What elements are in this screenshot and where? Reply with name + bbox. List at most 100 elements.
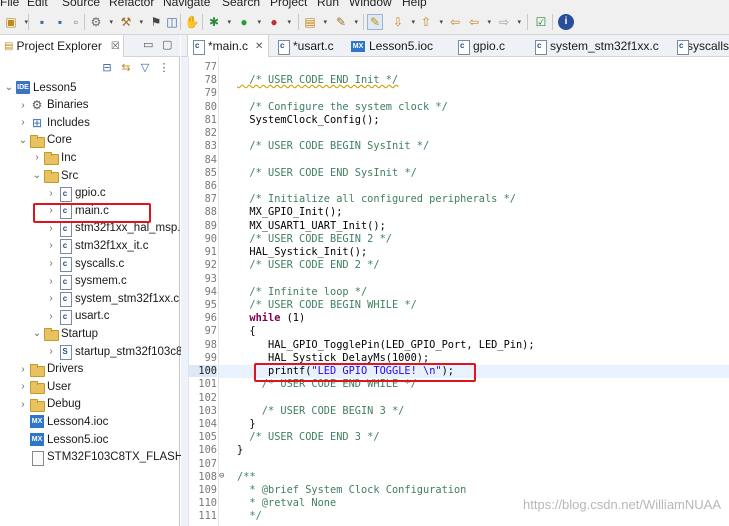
menu-edit[interactable]: Edit	[27, 0, 48, 9]
menu-window[interactable]: Window	[349, 0, 392, 9]
menu-search[interactable]: Search	[222, 0, 260, 9]
overview-ruler[interactable]	[181, 57, 189, 526]
tab-main-c[interactable]: c *main.c ✕	[187, 35, 269, 57]
code-line[interactable]: /* Configure the system clock */	[237, 101, 447, 113]
tree-item[interactable]: ⌄ Startup	[32, 325, 98, 342]
tab-syscalls-c[interactable]: c syscalls	[672, 35, 729, 57]
open-folder-icon[interactable]: ▤ ▾	[302, 14, 327, 30]
pen-icon[interactable]: ✎ ▾	[333, 14, 358, 30]
menu-source[interactable]: Source	[62, 0, 100, 9]
code-line[interactable]: MX_USART1_UART_Init();	[237, 220, 385, 232]
code-line[interactable]: /* USER CODE BEGIN 3 */	[237, 405, 405, 417]
code-line[interactable]: /* USER CODE END SysInit */	[237, 167, 416, 179]
tree-item[interactable]: ⌄ Core	[18, 132, 72, 149]
prev-annotation-icon[interactable]: ⇧ ▾	[418, 14, 443, 30]
view-menu-icon[interactable]: ⋮	[157, 60, 171, 74]
expanded-arrow-icon[interactable]: ⌄	[4, 82, 14, 93]
collapsed-arrow-icon[interactable]: ›	[18, 364, 28, 375]
code-line[interactable]: HAL_Systick_Init();	[237, 246, 367, 258]
debug-config-icon[interactable]: ⚑	[148, 14, 164, 30]
tree-item[interactable]: ⌄ IDE Lesson5	[4, 79, 76, 96]
next-annotation-icon[interactable]: ⇩ ▾	[390, 14, 415, 30]
tree-item[interactable]: › ⊞ Includes	[18, 114, 90, 131]
collapsed-arrow-icon[interactable]: ›	[18, 381, 28, 392]
menu-refactor[interactable]: Refactor	[109, 0, 154, 9]
print-icon[interactable]: ▫	[68, 14, 84, 30]
code-line[interactable]: MX_GPIO_Init();	[237, 206, 342, 218]
collapsed-arrow-icon[interactable]: ›	[46, 276, 56, 287]
tree-item[interactable]: › c syscalls.c	[46, 255, 124, 272]
forward-icon[interactable]: ⇨ ▾	[496, 14, 521, 30]
debug-icon[interactable]: ✱ ▾	[206, 14, 231, 30]
open-perspective-icon[interactable]: ☑	[533, 14, 549, 30]
collapsed-arrow-icon[interactable]: ›	[46, 223, 56, 234]
menu-project[interactable]: Project	[270, 0, 307, 9]
collapsed-arrow-icon[interactable]: ›	[18, 100, 28, 111]
close-icon[interactable]: ✕	[255, 41, 263, 52]
code-line[interactable]: /**	[237, 471, 256, 483]
collapsed-arrow-icon[interactable]: ›	[18, 117, 28, 128]
collapse-all-icon[interactable]: ⊟	[100, 60, 114, 74]
code-line[interactable]: HAL_GPIO_TogglePin(LED_GPIO_Port, LED_Pi…	[237, 339, 535, 351]
collapsed-arrow-icon[interactable]: ›	[46, 293, 56, 304]
new-icon[interactable]: ▣ ▾	[3, 14, 28, 30]
tab-lesson5-ioc[interactable]: MX Lesson5.ioc	[347, 35, 435, 57]
collapsed-arrow-icon[interactable]: ›	[46, 311, 56, 322]
code-line[interactable]: * @brief System Clock Configuration	[237, 484, 466, 496]
tree-item[interactable]: › User	[18, 378, 71, 395]
tree-item[interactable]: › ⚙ Binaries	[18, 97, 88, 114]
code-line[interactable]: /* USER CODE BEGIN SysInit */	[237, 140, 429, 152]
tree-item[interactable]: › c usart.c	[46, 308, 110, 325]
collapsed-arrow-icon[interactable]: ›	[46, 258, 56, 269]
tree-item[interactable]: › Debug	[18, 396, 81, 413]
code-line[interactable]: /* USER CODE END 2 */	[237, 259, 379, 271]
expanded-arrow-icon[interactable]: ⌄	[32, 170, 42, 181]
save-icon[interactable]: ▪	[34, 14, 50, 30]
tree-item[interactable]: › c sysmem.c	[46, 273, 127, 290]
back-icon[interactable]: ⇦ ▾	[466, 14, 491, 30]
link-editor-icon[interactable]: ⇆	[119, 60, 133, 74]
code-line[interactable]: }	[237, 418, 255, 430]
menu-file[interactable]: File	[0, 0, 19, 9]
tree-item[interactable]: › c system_stm32f1xx.c	[46, 290, 179, 308]
code-line[interactable]: /* USER CODE END 3 */	[237, 431, 379, 443]
save-all-icon[interactable]: ▪	[52, 14, 68, 30]
code-line[interactable]: /* USER CODE BEGIN WHILE */	[237, 299, 416, 311]
code-line[interactable]: /* USER CODE END Init */	[237, 74, 398, 86]
last-edit-icon[interactable]: ⇦	[447, 14, 463, 30]
hand-icon[interactable]: ✋	[184, 14, 200, 30]
menu-help[interactable]: Help	[402, 0, 427, 9]
tree-item[interactable]: MX Lesson4.ioc	[18, 413, 108, 430]
tab-usart-c[interactable]: c *usart.c	[273, 35, 339, 57]
tree-item[interactable]: › Sstartup_stm32f103c8tx.s	[46, 343, 200, 360]
minimize-icon[interactable]: ▭	[143, 38, 153, 51]
collapsed-arrow-icon[interactable]: ›	[32, 152, 42, 163]
collapsed-arrow-icon[interactable]: ›	[18, 399, 28, 410]
tab-system-stm32f1xx-c[interactable]: c system_stm32f1xx.c	[530, 35, 660, 57]
tree-item[interactable]: › Drivers	[18, 361, 83, 378]
code-line[interactable]: SystemClock_Config();	[237, 114, 379, 126]
tree-item[interactable]: › Inc	[32, 149, 76, 166]
code-line[interactable]: /* USER CODE BEGIN 2 */	[237, 233, 392, 245]
build-hammer-icon[interactable]: ⚒ ▾	[118, 14, 143, 30]
code-line[interactable]: /* Initialize all configured peripherals…	[237, 193, 516, 205]
filter-icon[interactable]: ▽	[138, 60, 152, 74]
code-line[interactable]: /* Infinite loop */	[237, 286, 367, 298]
tab-gpio-c[interactable]: c gpio.c	[453, 35, 515, 57]
maximize-icon[interactable]: ▢	[162, 38, 172, 51]
menu-run[interactable]: Run	[317, 0, 339, 9]
tree-item[interactable]: › c gpio.c	[46, 185, 106, 202]
code-line[interactable]: * @retval None	[237, 497, 336, 509]
collapsed-arrow-icon[interactable]: ›	[46, 240, 56, 251]
build-config-icon[interactable]: ⚙ ▾	[88, 14, 113, 30]
collapsed-arrow-icon[interactable]: ›	[46, 188, 56, 199]
code-line[interactable]: }	[237, 444, 243, 456]
menu-navigate[interactable]: Navigate	[163, 0, 210, 9]
expanded-arrow-icon[interactable]: ⌄	[32, 328, 42, 339]
tree-item[interactable]: MX Lesson5.ioc	[18, 431, 108, 448]
expanded-arrow-icon[interactable]: ⌄	[18, 135, 28, 146]
info-icon[interactable]: i	[558, 14, 574, 30]
tree-item[interactable]: › c stm32f1xx_it.c	[46, 237, 149, 255]
mark-occurrences-icon[interactable]: ✎	[367, 14, 383, 30]
close-icon[interactable]: ☒	[111, 41, 120, 52]
